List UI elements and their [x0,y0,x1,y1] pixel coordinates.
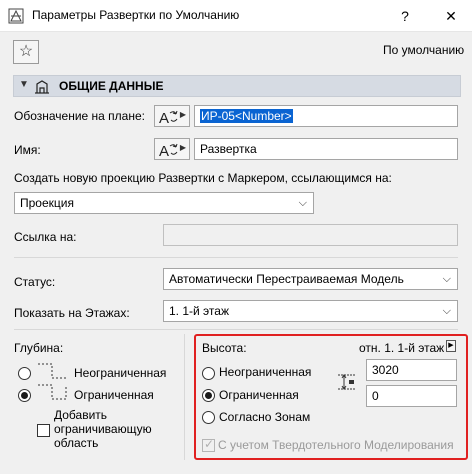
depth-label: Глубина: [14,341,64,355]
create-label: Создать новую проекцию Развертки с Марке… [14,171,392,185]
app-icon [8,8,24,24]
status-label: Статус: [14,275,56,289]
vertical-divider [184,334,185,460]
name-label: Имя: [14,143,41,157]
height-top-input[interactable]: 3020 [366,359,457,381]
floors-label: Показать на Этажах: [14,306,130,320]
create-select[interactable]: Проекция ⌵ [14,192,314,214]
height-unlimited-radio[interactable] [202,367,215,380]
height-reference-button[interactable]: ▶ [446,340,456,352]
divider [14,257,458,258]
svg-text:A: A [159,143,169,159]
depth-limited-icon [38,384,67,400]
depth-unlimited-icon [38,363,68,379]
autotext-button-name[interactable]: A ▶ [154,138,190,160]
floors-select-value: 1. 1-й этаж [169,304,229,318]
triangle-right-icon: ▶ [179,143,186,152]
favorites-button[interactable]: ☆ [13,40,39,64]
divider [14,329,458,330]
general-section-header[interactable]: ▼ ОБЩИЕ ДАННЫЕ [13,75,461,97]
star-icon: ☆ [18,43,34,60]
link-label: Ссылка на: [14,230,77,244]
close-button[interactable]: ✕ [436,0,466,32]
name-input[interactable]: Развертка [194,138,458,160]
chevron-down-icon: ⌵ [442,273,451,285]
triangle-right-icon: ▶ [179,110,186,119]
help-button[interactable]: ? [390,0,420,32]
height-label: Высота: [202,341,247,355]
autotext-icon: A [159,143,178,159]
svg-text:A: A [159,110,169,126]
collapse-triangle-icon: ▼ [19,79,29,90]
plan-id-value: ИР-05<Number> [200,109,293,123]
height-reference-label: отн. 1. 1-й этаж [359,341,445,355]
floors-select[interactable]: 1. 1-й этаж ⌵ [163,300,458,322]
title-bar: Параметры Развертки по Умолчанию ? ✕ [0,0,472,32]
depth-limited-radio[interactable] [18,389,31,402]
height-zones-label: Согласно Зонам [219,410,311,424]
elevation-icon [35,80,49,94]
solid-ops-checkbox[interactable] [202,437,215,452]
height-dimension-icon [338,374,356,390]
solid-ops-label: С учетом Твердотельного Моделирования [218,438,454,452]
status-select[interactable]: Автоматически Перестраиваемая Модель ⌵ [163,268,458,290]
height-bottom-input[interactable]: 0 [366,385,457,407]
height-limited-label: Ограниченная [219,388,299,402]
height-limited-radio[interactable] [202,389,215,402]
link-input [163,224,458,246]
height-unlimited-label: Неограниченная [219,365,312,379]
autotext-button[interactable]: A ▶ [154,105,190,127]
depth-unlimited-radio[interactable] [18,367,31,380]
add-boundary-label: Добавить ограничивающую область [54,408,152,450]
chevron-down-icon: ⌵ [442,305,451,317]
depth-limited-label: Ограниченная [74,388,154,402]
triangle-right-icon: ▶ [448,342,454,349]
plan-id-input[interactable]: ИР-05<Number> [194,105,458,127]
depth-unlimited-label: Неограниченная [74,366,167,380]
chevron-down-icon: ⌵ [298,197,307,209]
plan-id-label: Обозначение на плане: [14,109,145,123]
status-select-value: Автоматически Перестраиваемая Модель [169,272,404,286]
height-zones-radio[interactable] [202,411,215,424]
window-title: Параметры Развертки по Умолчанию [32,8,240,22]
default-label: По умолчанию [383,43,465,57]
create-select-value: Проекция [20,196,74,210]
add-boundary-checkbox[interactable] [37,424,50,437]
section-title: ОБЩИЕ ДАННЫЕ [59,79,164,93]
autotext-icon: A [159,110,178,126]
